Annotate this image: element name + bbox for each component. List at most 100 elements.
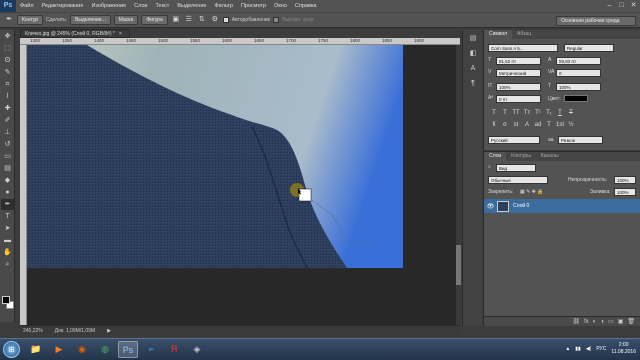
all-caps-button[interactable]: TT bbox=[512, 109, 520, 117]
menu-select[interactable]: Выделение bbox=[173, 3, 210, 9]
horizontal-scale-field[interactable]: 100% bbox=[556, 83, 601, 91]
tab-paragraph[interactable]: Абзац bbox=[512, 30, 536, 39]
photoshop-icon[interactable]: Ps bbox=[118, 341, 138, 358]
path-operations-icon[interactable]: ▣ bbox=[171, 15, 181, 25]
font-style-select[interactable]: Regular bbox=[564, 44, 614, 52]
faux-bold-button[interactable]: T bbox=[490, 109, 498, 117]
hand-icon[interactable]: ✋ bbox=[1, 247, 14, 258]
superscript-button[interactable]: T¹ bbox=[534, 109, 542, 117]
discretionary-ligatures-button[interactable]: st bbox=[512, 121, 520, 129]
old-style-button[interactable]: σ bbox=[501, 121, 509, 129]
menu-file[interactable]: Файл bbox=[16, 3, 38, 9]
properties-panel-icon[interactable]: ◧ bbox=[466, 48, 480, 60]
telegram-icon[interactable]: ➢ bbox=[141, 341, 161, 358]
close-document-icon[interactable]: × bbox=[119, 31, 122, 37]
small-caps-button[interactable]: Tт bbox=[523, 109, 531, 117]
menu-help[interactable]: Справка bbox=[291, 3, 321, 9]
gradient-icon[interactable]: ▤ bbox=[1, 163, 14, 174]
tab-paths[interactable]: Контуры bbox=[506, 152, 536, 161]
make-selection-button[interactable]: Выделение... bbox=[70, 15, 111, 25]
align-edges-checkbox[interactable] bbox=[273, 17, 280, 23]
history-panel-icon[interactable]: ▤ bbox=[466, 33, 480, 45]
close-button[interactable]: ✕ bbox=[629, 1, 638, 10]
tab-character[interactable]: Символ bbox=[484, 30, 513, 39]
menu-edit[interactable]: Редактирование bbox=[38, 3, 88, 9]
tab-channels[interactable]: Каналы bbox=[536, 152, 564, 161]
make-shape-button[interactable]: Фигура bbox=[141, 15, 168, 25]
character-panel-icon[interactable]: A bbox=[466, 63, 480, 75]
chrome-icon[interactable]: ◍ bbox=[95, 341, 115, 358]
foreground-color-swatch[interactable] bbox=[2, 296, 10, 304]
type-icon[interactable]: T bbox=[1, 211, 14, 222]
language-indicator[interactable]: РУС bbox=[596, 346, 606, 352]
pen-icon[interactable]: ✒ bbox=[1, 199, 14, 210]
menu-layers[interactable]: Слои bbox=[130, 3, 151, 9]
stylistic-alternates-button[interactable]: ad bbox=[534, 121, 542, 129]
kerning-field[interactable]: Метрический bbox=[496, 69, 541, 77]
app-icon[interactable]: ◈ bbox=[187, 341, 207, 358]
shape-icon[interactable]: ▬ bbox=[1, 235, 14, 246]
stamp-icon[interactable]: ⊥ bbox=[1, 127, 14, 138]
path-alignment-icon[interactable]: ☰ bbox=[184, 15, 194, 25]
fx-icon[interactable]: fx bbox=[584, 317, 589, 326]
workspace-select[interactable]: Основная рабочая среда bbox=[556, 16, 636, 26]
auto-add-checkbox[interactable] bbox=[222, 17, 229, 23]
blend-mode-select[interactable]: Обычные bbox=[488, 176, 548, 184]
paragraph-panel-icon[interactable]: ¶ bbox=[466, 78, 480, 90]
baseline-field[interactable]: 0 пт bbox=[496, 95, 541, 103]
trash-icon[interactable]: 🗑 bbox=[627, 317, 635, 326]
tracking-field[interactable]: 0 bbox=[556, 69, 601, 77]
font-size-field[interactable]: 91,52 пт bbox=[496, 57, 541, 65]
menu-type[interactable]: Текст bbox=[151, 3, 173, 9]
ligatures-button[interactable]: fi bbox=[490, 121, 498, 129]
vertical-scrollbar[interactable] bbox=[456, 45, 461, 325]
subscript-button[interactable]: T₁ bbox=[545, 109, 553, 117]
antialias-select[interactable]: Резкое bbox=[558, 136, 603, 144]
font-family-select[interactable]: Corn Sans A 5... bbox=[488, 44, 558, 52]
titling-alternates-button[interactable]: T bbox=[545, 121, 553, 129]
brush-icon[interactable]: ✐ bbox=[1, 115, 14, 126]
menu-window[interactable]: Окно bbox=[270, 3, 291, 9]
new-layer-icon[interactable]: ▣ bbox=[618, 317, 624, 326]
menu-view[interactable]: Просмотр bbox=[237, 3, 270, 9]
pen-tool-icon[interactable]: ✒ bbox=[4, 15, 14, 25]
document-image[interactable] bbox=[27, 45, 403, 268]
anchor-point[interactable] bbox=[298, 188, 312, 202]
network-icon[interactable]: ▮▮ bbox=[575, 346, 581, 352]
settings-gear-icon[interactable]: ⚙ bbox=[210, 15, 220, 25]
make-mask-button[interactable]: Маска bbox=[113, 15, 139, 25]
menu-image[interactable]: Изображение bbox=[87, 3, 130, 9]
tool-mode-select[interactable]: Контур bbox=[17, 15, 44, 25]
scrollbar-thumb[interactable] bbox=[456, 245, 461, 285]
history-brush-icon[interactable]: ↺ bbox=[1, 139, 14, 150]
strikethrough-button[interactable]: T bbox=[567, 109, 575, 117]
dodge-icon[interactable]: ● bbox=[1, 187, 14, 198]
lasso-icon[interactable]: ʘ bbox=[1, 55, 14, 66]
firefox-icon[interactable]: ◉ bbox=[72, 341, 92, 358]
adjustment-icon[interactable]: ◑ bbox=[600, 317, 604, 326]
opacity-field[interactable]: 100% bbox=[614, 176, 636, 184]
language-select[interactable]: Русский bbox=[488, 136, 540, 144]
path-arrangement-icon[interactable]: ⇅ bbox=[197, 15, 207, 25]
lock-icons[interactable]: ▦ ✎ ✥ 🔒 bbox=[520, 189, 544, 195]
status-arrow-icon[interactable]: ▶ bbox=[107, 328, 111, 334]
tab-layers[interactable]: Слои bbox=[484, 152, 507, 161]
media-player-icon[interactable]: ▶ bbox=[49, 341, 69, 358]
explorer-icon[interactable]: 📁 bbox=[26, 341, 46, 358]
start-button[interactable]: ⊞ bbox=[3, 341, 20, 358]
healing-icon[interactable]: ✚ bbox=[1, 103, 14, 114]
clock[interactable]: 2:00 11.08.2016 bbox=[611, 342, 636, 356]
blur-icon[interactable]: ◆ bbox=[1, 175, 14, 186]
layer-row[interactable]: 👁 Слой 0 bbox=[484, 199, 640, 213]
group-icon[interactable]: ▭ bbox=[608, 317, 614, 326]
crop-icon[interactable]: ⌗ bbox=[1, 79, 14, 90]
fractions-button[interactable]: ½ bbox=[567, 121, 575, 129]
path-select-icon[interactable]: ➤ bbox=[1, 223, 14, 234]
swash-button[interactable]: A bbox=[523, 121, 531, 129]
layer-filter-select[interactable]: Вид bbox=[496, 164, 536, 172]
volume-icon[interactable]: ◀) bbox=[586, 346, 592, 352]
vertical-scale-field[interactable]: 100% bbox=[496, 83, 541, 91]
layer-name[interactable]: Слой 0 bbox=[513, 203, 529, 209]
visibility-eye-icon[interactable]: 👁 bbox=[486, 203, 495, 210]
eyedropper-icon[interactable]: ⌇ bbox=[1, 91, 14, 102]
